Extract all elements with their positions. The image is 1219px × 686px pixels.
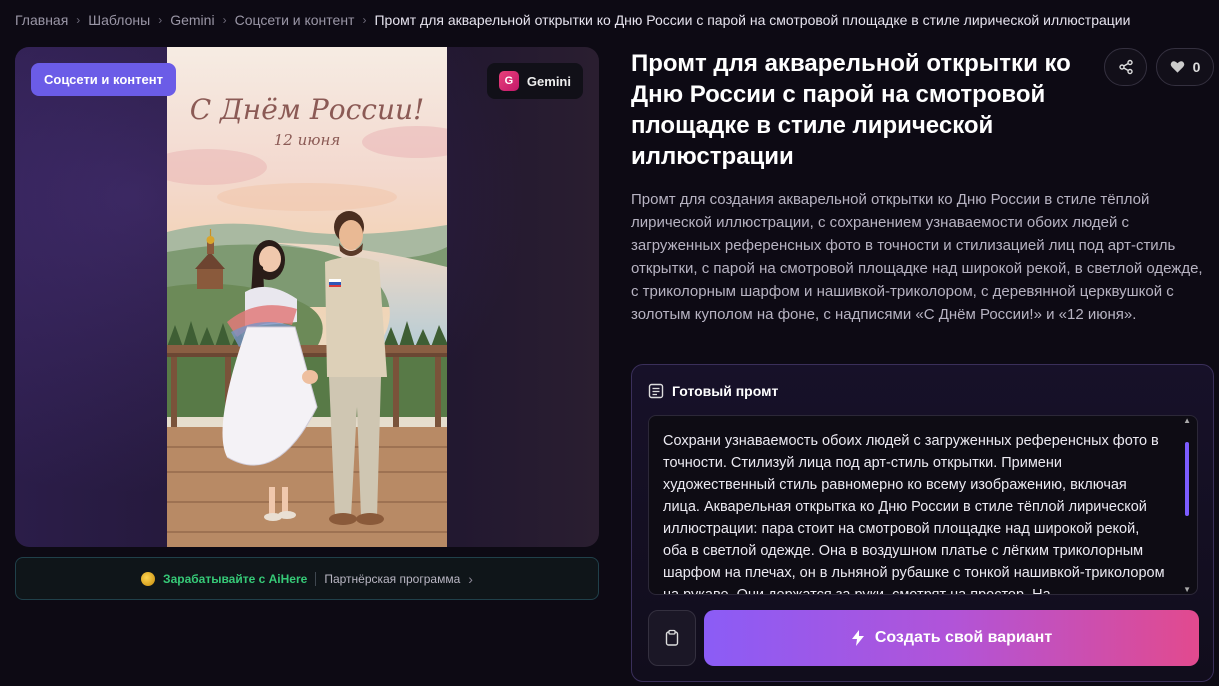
postcard-image[interactable]: С Днём России! 12 июня xyxy=(167,47,447,547)
breadcrumb: Главная › Шаблоны › Gemini › Соцсети и к… xyxy=(15,12,1209,28)
partner-earn-label: Зарабатывайте с AiHere xyxy=(163,571,308,586)
clipboard-icon xyxy=(665,629,679,646)
description: Промт для создания акварельной открытки … xyxy=(631,191,1203,323)
prompt-text-area[interactable]: Сохрани узнаваемость обоих людей с загру… xyxy=(648,415,1198,595)
category-chip[interactable]: Соцсети и контент xyxy=(31,63,176,96)
chevron-right-icon: › xyxy=(362,13,367,27)
page-title: Промт для акварельной открытки ко Дню Ро… xyxy=(631,50,1071,170)
breadcrumb-templates[interactable]: Шаблоны xyxy=(88,12,150,28)
chevron-right-icon: › xyxy=(158,13,163,27)
breadcrumb-category[interactable]: Соцсети и контент xyxy=(235,12,355,28)
share-icon xyxy=(1118,59,1133,75)
postcard-title: С Днём России! xyxy=(190,93,425,126)
create-variant-label: Создать свой вариант xyxy=(874,629,1053,646)
lightning-icon xyxy=(851,630,864,646)
breadcrumb-home[interactable]: Главная xyxy=(15,12,68,28)
copy-button[interactable] xyxy=(648,610,696,666)
prompt-panel: Готовый промт Сохрани узнаваемость обоих… xyxy=(631,364,1214,682)
chevron-right-icon: › xyxy=(468,570,473,587)
share-button[interactable] xyxy=(1104,48,1147,86)
heart-icon xyxy=(1170,61,1184,73)
chevron-right-icon: › xyxy=(222,13,227,27)
scrollbar-thumb[interactable] xyxy=(1185,442,1189,516)
breadcrumb-current: Промт для акварельной открытки ко Дню Ро… xyxy=(374,12,1131,28)
chevron-right-icon: › xyxy=(76,13,81,27)
model-chip-label: Gemini xyxy=(526,73,571,89)
scroll-up-icon[interactable]: ▲ xyxy=(1183,416,1191,425)
document-icon xyxy=(648,383,664,399)
preview-panel: С Днём России! 12 июня Соцсети и контент… xyxy=(15,47,599,547)
postcard-illustration: С Днём России! 12 июня xyxy=(167,47,447,547)
like-button[interactable]: 0 xyxy=(1156,48,1214,86)
prompt-text: Сохрани узнаваемость обоих людей с загру… xyxy=(663,433,1165,595)
like-count: 0 xyxy=(1192,59,1201,75)
scroll-down-icon[interactable]: ▼ xyxy=(1183,585,1191,594)
model-chip[interactable]: G Gemini xyxy=(486,63,583,99)
prompt-heading: Готовый промт xyxy=(648,383,778,399)
money-bag-icon xyxy=(141,571,156,586)
divider xyxy=(315,571,317,586)
gemini-icon: G xyxy=(498,71,519,91)
prompt-heading-label: Готовый промт xyxy=(672,383,779,399)
create-variant-button[interactable]: Создать свой вариант xyxy=(704,610,1199,666)
breadcrumb-gemini[interactable]: Gemini xyxy=(170,12,214,28)
postcard-date: 12 июня xyxy=(274,131,341,149)
partner-program-banner[interactable]: Зарабатывайте с AiHere Партнёрская прогр… xyxy=(15,557,599,600)
partner-program-label: Партнёрская программа xyxy=(324,571,461,586)
